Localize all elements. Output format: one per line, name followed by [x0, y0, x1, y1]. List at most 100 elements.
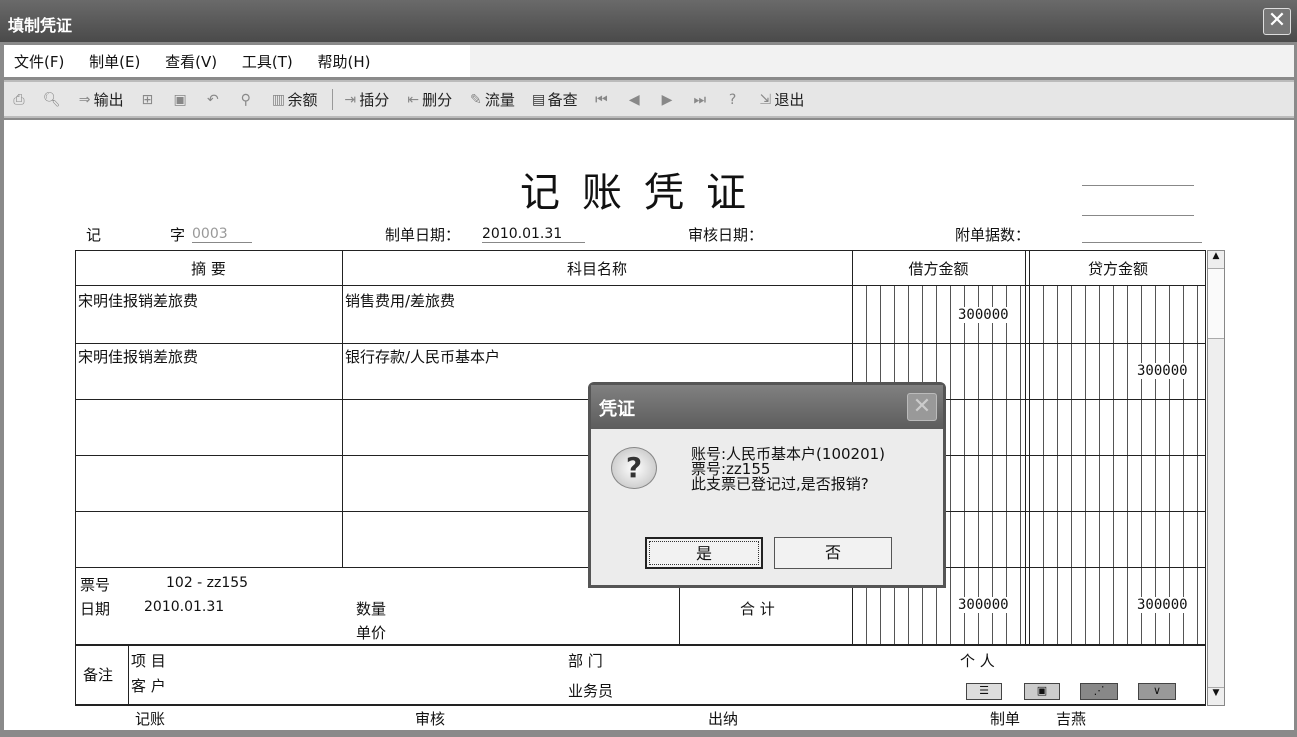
last-icon: ⏭	[693, 91, 707, 108]
flow-button[interactable]: ✎ 流量	[467, 89, 515, 110]
insert-row-icon: ⇥	[344, 91, 357, 108]
exit-button[interactable]: ⇲ 退出	[756, 89, 805, 110]
row-account[interactable]: 销售费用/差旅费	[345, 290, 455, 311]
header-debit: 借方金额	[908, 260, 969, 278]
row-summary[interactable]: 宋明佳报销差旅费	[78, 346, 198, 367]
scroll-thumb[interactable]	[1208, 269, 1224, 339]
preview-button[interactable]: 🔍︎	[43, 91, 61, 110]
memo-button[interactable]: ☰	[966, 683, 1002, 700]
date-field[interactable]: 2010.01.31	[482, 226, 585, 243]
row-credit[interactable]: 300000	[1136, 363, 1189, 379]
voucher-type[interactable]: 记	[86, 224, 101, 245]
department-label[interactable]: 部 门	[568, 650, 603, 671]
voucher-number[interactable]: 0003	[192, 226, 252, 243]
window-title: 填制凭证	[8, 16, 73, 35]
scrollbar[interactable]: ▲ ▼	[1207, 250, 1225, 706]
ticket-date: 2010.01.31	[144, 599, 225, 615]
person-label[interactable]: 个 人	[960, 650, 995, 671]
header-account: 科目名称	[566, 260, 627, 278]
delete-button[interactable]: ⇤ 删分	[404, 89, 452, 110]
close-button[interactable]: ✕	[1263, 8, 1291, 35]
help-icon: ?	[728, 91, 737, 108]
last-button[interactable]: ⏭	[691, 91, 709, 110]
scroll-up-icon[interactable]: ▲	[1208, 251, 1224, 269]
card-button[interactable]: ▣	[1024, 683, 1060, 700]
menu-tools[interactable]: 工具(T)	[232, 45, 303, 78]
help-button[interactable]: ?	[724, 91, 742, 110]
delete-row-icon: ⇤	[407, 91, 419, 108]
menu-file[interactable]: 文件(F)	[4, 45, 74, 78]
print-button[interactable]: ⎙	[10, 91, 28, 110]
find-button[interactable]: ⚲	[237, 91, 255, 110]
chart-icon: ⋰	[1093, 684, 1105, 697]
next-icon: ▶	[661, 91, 673, 108]
menu-edit[interactable]: 制单(E)	[79, 45, 150, 78]
chevron-down-icon: ∨	[1152, 684, 1162, 697]
sign-bookkeeper: 记账	[135, 710, 166, 728]
check-label: 备查	[547, 91, 578, 109]
undo-button[interactable]: ↶	[204, 91, 222, 110]
project-label[interactable]: 项 目	[131, 650, 166, 671]
first-icon: ⏮	[595, 91, 608, 108]
printer-icon: ⎙	[13, 91, 25, 108]
add-icon: ⊞	[141, 91, 154, 108]
exit-icon: ⇲	[759, 91, 772, 108]
menu-view[interactable]: 查看(V)	[155, 45, 227, 78]
ticket-date-label: 日期	[80, 600, 111, 618]
check-button[interactable]: ▤ 备查	[530, 89, 578, 110]
insert-label: 插分	[359, 91, 390, 109]
customer-label[interactable]: 客 户	[131, 675, 166, 696]
dialog-message: 此支票已登记过,是否报销?	[691, 475, 869, 493]
balance-label: 余额	[287, 91, 318, 109]
exit-label: 退出	[774, 91, 805, 109]
audit-date-label: 审核日期：	[688, 226, 764, 244]
row-account[interactable]: 银行存款/人民币基本户	[345, 346, 500, 367]
add-button[interactable]: ⊞	[138, 91, 156, 110]
preview-icon: 🔍︎	[42, 91, 61, 108]
chart-button[interactable]: ⋰	[1080, 683, 1118, 700]
sign-maker-label: 制单	[990, 710, 1021, 728]
confirm-dialog: 凭证 ✕ ? 账号:人民币基本户(100201) 票号:zz155 此支票已登记…	[588, 382, 946, 588]
sign-auditor: 审核	[415, 710, 446, 728]
zi-label: 字	[170, 226, 186, 244]
dialog-title-bar: 凭证	[591, 385, 943, 429]
total-credit: 300000	[1136, 597, 1189, 613]
menu-help[interactable]: 帮助(H)	[308, 45, 381, 78]
ticket-label: 票号	[80, 576, 111, 594]
card-icon: ▣	[1036, 684, 1048, 697]
prev-button[interactable]: ◀	[625, 91, 643, 110]
no-button[interactable]: 否	[774, 537, 892, 569]
delete-label: 删分	[422, 91, 453, 109]
insert-button[interactable]: ⇥ 插分	[332, 89, 389, 110]
output-button[interactable]: ⇒ 输出	[76, 89, 124, 110]
save-button[interactable]: ▣	[171, 91, 189, 110]
row-debit[interactable]: 300000	[957, 307, 1010, 323]
ticket-value: 102 - zz155	[166, 575, 249, 591]
next-button[interactable]: ▶	[658, 91, 676, 110]
quantity-label: 数量	[356, 600, 387, 618]
undo-icon: ↶	[207, 91, 219, 108]
price-label: 单价	[356, 624, 387, 642]
scroll-down-icon[interactable]: ▼	[1208, 687, 1224, 705]
menu-items: 文件(F) 制单(E) 查看(V) 工具(T) 帮助(H)	[4, 45, 470, 77]
clerk-label[interactable]: 业务员	[568, 680, 613, 701]
expand-button[interactable]: ∨	[1138, 683, 1176, 700]
header-summary: 摘 要	[191, 260, 226, 278]
first-button[interactable]: ⏮	[592, 91, 610, 110]
voucher-title: 记账凭证	[520, 170, 768, 216]
binoculars-icon: ⚲	[240, 91, 251, 108]
row-summary[interactable]: 宋明佳报销差旅费	[78, 290, 198, 311]
total-label: 合 计	[740, 600, 775, 618]
memo-icon: ▤	[532, 91, 546, 108]
attach-label: 附单据数：	[955, 226, 1031, 244]
title-bar: 填制凭证	[0, 0, 1297, 42]
yes-button[interactable]: 是	[645, 537, 763, 569]
save-icon: ▣	[173, 91, 187, 108]
output-icon: ⇒	[78, 91, 91, 108]
dialog-close-button[interactable]: ✕	[907, 393, 937, 421]
sign-cashier: 出纳	[708, 710, 739, 728]
sign-maker: 吉燕	[1056, 710, 1087, 728]
header-credit: 贷方金额	[1087, 260, 1148, 278]
close-icon: ✕	[912, 394, 932, 419]
balance-button[interactable]: ▥ 余额	[269, 89, 318, 110]
